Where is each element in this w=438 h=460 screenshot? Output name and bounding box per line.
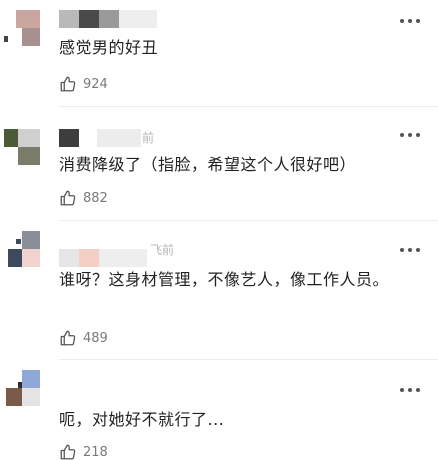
like-count: 882 bbox=[83, 190, 108, 206]
like-count: 924 bbox=[83, 76, 108, 92]
like-button[interactable]: 882 bbox=[59, 188, 108, 208]
username-block bbox=[97, 129, 141, 147]
comment-text: 感觉男的好丑 bbox=[59, 38, 159, 57]
avatar-block bbox=[8, 249, 22, 267]
avatar-block bbox=[16, 239, 21, 244]
avatar-block bbox=[22, 388, 40, 406]
avatar-block bbox=[18, 147, 40, 165]
more-dots-icon[interactable] bbox=[400, 387, 420, 393]
username-block bbox=[79, 249, 99, 267]
timestamp: 飞前 bbox=[150, 243, 175, 257]
avatar-block bbox=[22, 249, 40, 267]
thumbs-up-icon bbox=[59, 75, 77, 93]
like-button[interactable]: 924 bbox=[59, 74, 108, 94]
username-block bbox=[59, 129, 79, 147]
more-dots-icon[interactable] bbox=[400, 132, 420, 138]
like-count: 218 bbox=[83, 444, 108, 460]
avatar-block bbox=[6, 388, 22, 406]
comment-text: 谁呀？这身材管理，不像艺人，像工作人员。 bbox=[59, 270, 390, 289]
thumbs-up-icon bbox=[59, 443, 77, 460]
avatar[interactable] bbox=[4, 370, 40, 406]
thumbs-up-icon bbox=[59, 189, 77, 207]
comment-text: 呃，对她好不就行了... bbox=[59, 410, 225, 429]
comment-item: 呃，对她好不就行了... 218 bbox=[0, 360, 438, 460]
avatar-block bbox=[4, 36, 8, 42]
avatar[interactable] bbox=[4, 10, 40, 46]
comment-item: 飞前 谁呀？这身材管理，不像艺人，像工作人员。 489 bbox=[0, 221, 438, 360]
thumbs-up-icon bbox=[59, 329, 77, 347]
comment-item: 感觉男的好丑 924 bbox=[0, 0, 438, 110]
avatar-block bbox=[18, 382, 22, 388]
like-count: 489 bbox=[83, 330, 108, 346]
more-dots-icon[interactable] bbox=[400, 18, 420, 24]
more-dots-icon[interactable] bbox=[400, 247, 420, 253]
comment-text: 消费降级了（指脸，希望这个人很好吧） bbox=[59, 155, 357, 174]
avatar-block bbox=[22, 28, 40, 46]
username-block bbox=[119, 10, 157, 28]
avatar-block bbox=[16, 10, 40, 28]
avatar-block bbox=[22, 370, 40, 388]
like-button[interactable]: 489 bbox=[59, 328, 108, 348]
avatar[interactable] bbox=[4, 129, 40, 165]
timestamp: 前 bbox=[142, 131, 155, 145]
username-block bbox=[59, 10, 79, 28]
username-block bbox=[79, 10, 99, 28]
comment-feed: 感觉男的好丑 924 前 消费降级了（指脸，希望这个人很好吧） 882 飞前 谁… bbox=[0, 0, 438, 460]
username-block bbox=[59, 249, 79, 267]
avatar-block bbox=[18, 129, 40, 147]
avatar-block bbox=[22, 231, 40, 249]
comment-item: 前 消费降级了（指脸，希望这个人很好吧） 882 bbox=[0, 107, 438, 221]
username-block bbox=[99, 10, 119, 28]
avatar[interactable] bbox=[4, 231, 40, 267]
like-button[interactable]: 218 bbox=[59, 442, 108, 460]
username-block bbox=[99, 249, 147, 267]
avatar-block bbox=[4, 129, 18, 147]
